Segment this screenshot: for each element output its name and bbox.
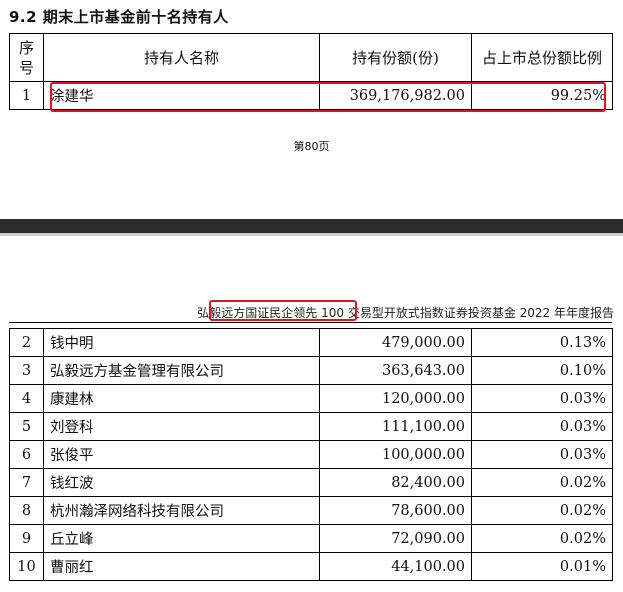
row-units: 369,176,982.00 — [319, 81, 472, 110]
table-row: 1 涂建华 369,176,982.00 99.25% — [9, 81, 613, 110]
table-row: 3 弘毅远方基金管理有限公司 363,643.00 0.10% — [9, 356, 613, 385]
running-header-rest: 交易型开放式指数证券投资基金 2022 年年度报告 — [344, 306, 614, 320]
table-row: 4 康建林 120,000.00 0.03% — [9, 384, 613, 413]
top-holders-table-header: 序号 持有人名称 持有份额(份) 占上市总份额比例 1 涂建华 369,176,… — [9, 33, 613, 110]
row-ratio: 0.03% — [471, 384, 613, 413]
row-units: 78,600.00 — [319, 496, 472, 525]
row-seq: 2 — [9, 328, 44, 357]
row-seq: 5 — [9, 412, 44, 441]
header-seq: 序号 — [9, 33, 44, 82]
row-holder-name: 钱中明 — [43, 328, 320, 357]
row-units: 120,000.00 — [319, 384, 472, 413]
row-ratio: 0.03% — [471, 440, 613, 469]
row-seq: 4 — [9, 384, 44, 413]
row-units: 44,100.00 — [319, 552, 472, 581]
row-ratio: 0.02% — [471, 496, 613, 525]
running-header-fund-name: 弘毅远方国证民企领先 100 — [197, 306, 345, 320]
row-holder-name: 钱红波 — [43, 468, 320, 497]
row-units: 111,100.00 — [319, 412, 472, 441]
row-units: 72,090.00 — [319, 524, 472, 553]
row-units: 363,643.00 — [319, 356, 472, 385]
row-holder-name: 丘立峰 — [43, 524, 320, 553]
row-seq: 7 — [9, 468, 44, 497]
row-ratio: 0.13% — [471, 328, 613, 357]
row-ratio: 0.02% — [471, 468, 613, 497]
row-ratio: 0.01% — [471, 552, 613, 581]
page-break-gap — [0, 219, 623, 233]
table-row: 5 刘登科 111,100.00 0.03% — [9, 412, 613, 441]
table-header-row: 序号 持有人名称 持有份额(份) 占上市总份额比例 — [9, 33, 613, 82]
row-seq: 6 — [9, 440, 44, 469]
page-number: 第80页 — [293, 140, 330, 153]
row-units: 82,400.00 — [319, 468, 472, 497]
row-ratio: 99.25% — [471, 81, 613, 110]
table-row: 9 丘立峰 72,090.00 0.02% — [9, 524, 613, 553]
table-row: 2 钱中明 479,000.00 0.13% — [9, 328, 613, 357]
top-holders-table-continued: 2 钱中明 479,000.00 0.13% 3 弘毅远方基金管理有限公司 36… — [9, 328, 613, 581]
row-seq: 1 — [9, 81, 44, 110]
row-seq: 3 — [9, 356, 44, 385]
row-holder-name: 弘毅远方基金管理有限公司 — [43, 356, 320, 385]
page-break-shadow — [0, 233, 623, 236]
header-underline — [9, 322, 612, 323]
row-ratio: 0.03% — [471, 412, 613, 441]
row-ratio: 0.02% — [471, 524, 613, 553]
row-seq: 8 — [9, 496, 44, 525]
row-holder-name: 康建林 — [43, 384, 320, 413]
section-title: 9.2 期末上市基金前十名持有人 — [9, 8, 229, 26]
header-holder-name: 持有人名称 — [43, 33, 320, 82]
row-ratio: 0.10% — [471, 356, 613, 385]
header-ratio: 占上市总份额比例 — [471, 33, 613, 82]
table-row: 8 杭州瀚泽网络科技有限公司 78,600.00 0.02% — [9, 496, 613, 525]
row-units: 100,000.00 — [319, 440, 472, 469]
table-row: 6 张俊平 100,000.00 0.03% — [9, 440, 613, 469]
table-row: 7 钱红波 82,400.00 0.02% — [9, 468, 613, 497]
row-holder-name: 杭州瀚泽网络科技有限公司 — [43, 496, 320, 525]
table-row: 10 曹丽红 44,100.00 0.01% — [9, 552, 613, 581]
row-holder-name: 涂建华 — [43, 81, 320, 110]
row-holder-name: 张俊平 — [43, 440, 320, 469]
running-header: 弘毅远方国证民企领先 100 交易型开放式指数证券投资基金 2022 年年度报告 — [197, 304, 614, 321]
row-holder-name: 曹丽红 — [43, 552, 320, 581]
header-units: 持有份额(份) — [319, 33, 472, 82]
row-seq: 10 — [9, 552, 44, 581]
row-holder-name: 刘登科 — [43, 412, 320, 441]
row-units: 479,000.00 — [319, 328, 472, 357]
row-seq: 9 — [9, 524, 44, 553]
